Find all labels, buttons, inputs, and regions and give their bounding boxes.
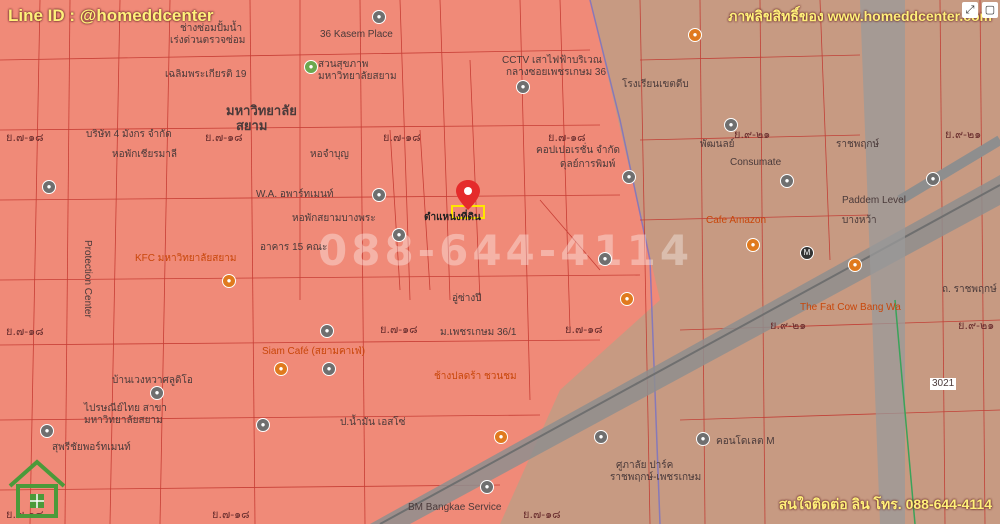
food-pin-icon[interactable]: ● xyxy=(848,258,862,272)
zone-label: ย.๙-๒๑ xyxy=(770,319,807,332)
place-label: ราชพฤกษ์-เพชรเกษม xyxy=(610,472,702,483)
road-label: Protection Center xyxy=(82,240,93,318)
poi-pin-icon[interactable]: ● xyxy=(372,10,386,24)
phone-watermark: 088-644-4114 xyxy=(318,226,694,275)
place-label: KFC มหาวิทยาลัยสยาม xyxy=(135,253,237,264)
metro-station-icon[interactable]: M xyxy=(800,246,814,260)
place-label: CCTV เสาไฟฟ้าบริเวณ xyxy=(502,55,602,66)
place-label: Consumate xyxy=(730,157,782,168)
location-pin-icon[interactable] xyxy=(456,180,480,210)
place-label: ราชพฤกษ์ xyxy=(836,139,880,150)
food-pin-icon[interactable]: ● xyxy=(222,274,236,288)
place-label: มหาวิทยาลัยสยาม xyxy=(318,71,397,82)
place-label: Siam Café (สยามคาเฟ่) xyxy=(262,346,366,357)
place-label: โรงเรียนเขตดีบ xyxy=(622,79,689,90)
place-label: BM Bangkae Service xyxy=(408,502,502,513)
place-label: W.A. อพาร์ทเมนท์ xyxy=(256,189,334,200)
place-label: บริษัท 4 มังกร จำกัด xyxy=(86,129,172,140)
place-label: บางหว้า xyxy=(842,215,877,226)
place-label: หอจำบุญ xyxy=(310,149,349,160)
zone-label: ย.๗-๑๘ xyxy=(6,325,44,338)
place-label: มหาวิทยาลัย xyxy=(226,103,297,118)
zone-label: ย.๗-๑๘ xyxy=(565,323,603,336)
road-label: ถ. ราชพฤกษ์ xyxy=(942,284,997,295)
place-label: เร่งด่วนตรวจซ่อม xyxy=(170,35,246,46)
poi-pin-icon[interactable]: ● xyxy=(696,432,710,446)
poi-pin-icon[interactable]: ● xyxy=(480,480,494,494)
poi-pin-icon[interactable]: ● xyxy=(40,424,54,438)
zone-label: ย.๗-๑๘ xyxy=(383,131,421,144)
poi-pin-icon[interactable]: ● xyxy=(150,386,164,400)
zone-label: ย.๙-๒๑ xyxy=(958,319,995,332)
expand-icon[interactable]: ⤢ xyxy=(962,2,978,18)
place-label: บ้านเวงหวาศลูดิโอ xyxy=(112,375,193,386)
place-label: ช่างซ่อมปั้มน้ำ xyxy=(180,23,243,34)
place-label: หอพักสยามบางพระ xyxy=(292,213,376,224)
place-label: ดุลย์การพิมพ์ xyxy=(560,159,616,170)
place-label: กลางซอยเพชรเกษม 36 xyxy=(506,67,607,78)
poi-pin-icon[interactable]: ● xyxy=(598,252,612,266)
food-pin-icon[interactable]: ● xyxy=(620,292,634,306)
place-label: ป.น้ำมัน เอสโซ่ xyxy=(340,417,406,428)
place-label: หอพักเชียรมาลี xyxy=(112,149,178,160)
place-label: คอนโดเลต M xyxy=(716,436,775,447)
fullscreen-icon[interactable]: ▢ xyxy=(982,2,998,18)
place-label: คอปเปอเรชั่น จำกัด xyxy=(536,145,621,156)
place-label: ช้างปลดร้า ชวนชม xyxy=(434,371,517,382)
place-label: ศูภาลัย ปาร์ค xyxy=(616,460,674,471)
food-pin-icon[interactable]: ● xyxy=(746,238,760,252)
food-pin-icon[interactable]: ● xyxy=(688,28,702,42)
place-label: พัฒนลย์ xyxy=(700,139,735,150)
poi-pin-icon[interactable]: ● xyxy=(780,174,794,188)
park-pin-icon[interactable]: ● xyxy=(304,60,318,74)
poi-pin-icon[interactable]: ● xyxy=(320,324,334,338)
zone-label: ย.๗-๑๘ xyxy=(523,508,561,521)
poi-pin-icon[interactable]: ● xyxy=(322,362,336,376)
place-label: อาคาร 15 คณะ xyxy=(260,242,328,253)
poi-pin-icon[interactable]: ● xyxy=(256,418,270,432)
place-label: 36 Kasem Place xyxy=(320,29,393,40)
shop-pin-icon[interactable]: ● xyxy=(42,180,56,194)
food-pin-icon[interactable]: ● xyxy=(274,362,288,376)
credit-banner: ภาพลิขสิทธิ์ของ www.homeddcenter.com xyxy=(728,8,992,24)
poi-pin-icon[interactable]: ● xyxy=(724,118,738,132)
zone-label: ย.๗-๑๘ xyxy=(380,323,418,336)
place-label: มหาวิทยาลัยสยาม xyxy=(84,415,163,426)
zone-label: ย.๙-๒๑ xyxy=(945,128,982,141)
place-label: ม.เพชรเกษม 36/1 xyxy=(440,327,517,338)
zone-label: ย.๗-๑๘ xyxy=(212,508,250,521)
place-label: อู่ซ่างปี xyxy=(452,293,482,304)
poi-pin-icon[interactable]: ● xyxy=(392,228,406,242)
zone-label: ย.๗-๑๘ xyxy=(6,131,44,144)
place-label: เฉลิมพระเกียรติ 19 xyxy=(165,69,247,80)
route-shield: 3021 xyxy=(930,378,957,390)
zone-label: ย.๙-๒๑ xyxy=(734,128,771,141)
place-label: สยาม xyxy=(236,118,268,133)
target-label: ตำแหน่งที่ดิน xyxy=(424,212,481,223)
place-label: สวนสุขภาพ xyxy=(318,59,369,70)
homedd-logo xyxy=(8,459,66,518)
poi-pin-icon[interactable]: ● xyxy=(926,172,940,186)
poi-pin-icon[interactable]: ● xyxy=(622,170,636,184)
food-pin-icon[interactable]: ● xyxy=(494,430,508,444)
poi-pin-icon[interactable]: ● xyxy=(372,188,386,202)
place-label: Paddem Level xyxy=(842,195,906,206)
zone-label: ย.๗-๑๘ xyxy=(548,131,586,144)
place-label: Cafe Amazon xyxy=(706,215,767,226)
place-label: ไปรษณีย์ไทย สาขา xyxy=(84,403,167,414)
poi-pin-icon[interactable]: ● xyxy=(516,80,530,94)
place-label: The Fat Cow Bang Wa xyxy=(800,302,901,313)
contact-banner: สนใจติดต่อ ลิน โทร. 088-644-4114 xyxy=(778,496,992,512)
poi-pin-icon[interactable]: ● xyxy=(594,430,608,444)
